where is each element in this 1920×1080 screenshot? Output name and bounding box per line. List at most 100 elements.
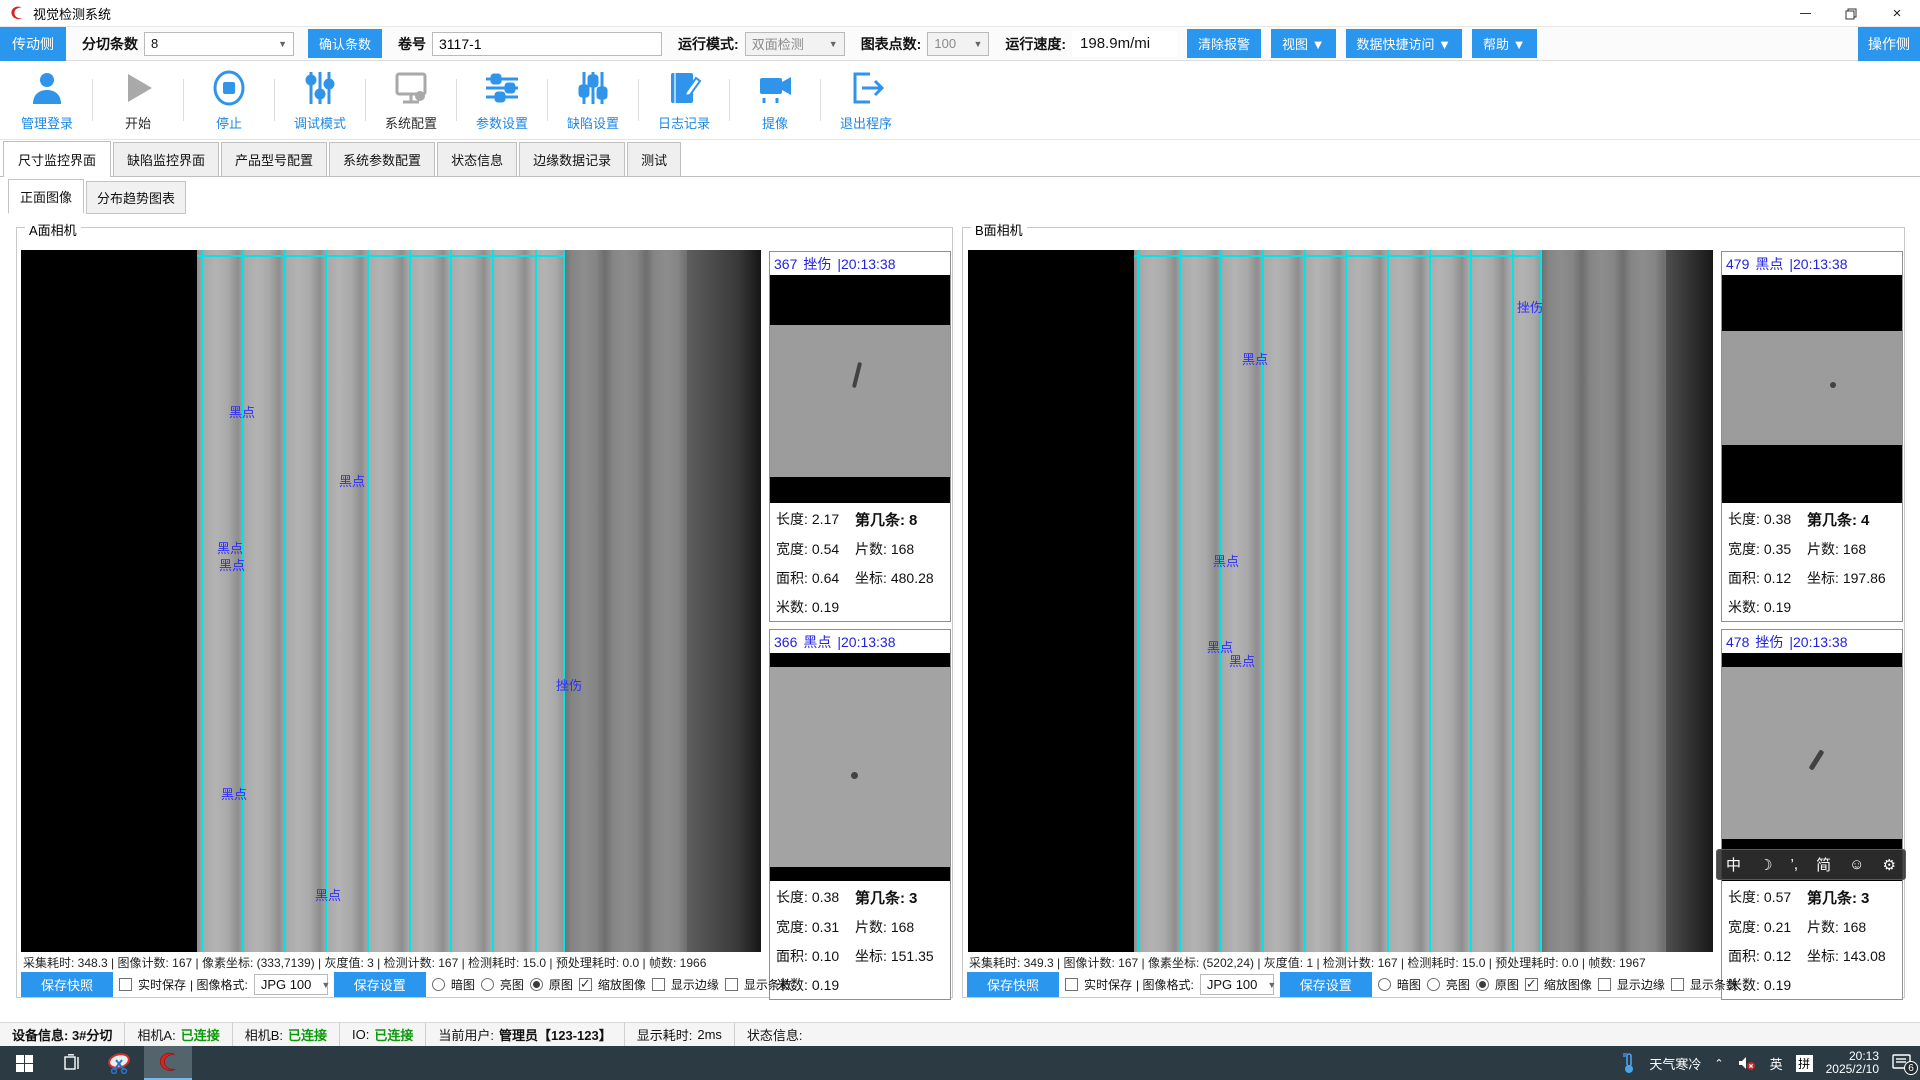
chart-points-label: 图表点数:	[861, 34, 922, 54]
ime-indicator[interactable]: 拼	[1796, 1055, 1813, 1072]
snipping-tool-button[interactable]	[96, 1046, 144, 1080]
bright-image-radio[interactable]	[481, 978, 494, 991]
tab-defect-monitor[interactable]: 缺陷监控界面	[113, 142, 219, 176]
start-button[interactable]: 开始	[95, 61, 181, 139]
tab-system-param-config[interactable]: 系统参数配置	[329, 142, 435, 176]
show-count-checkbox[interactable]	[1671, 978, 1684, 991]
defect-stats: 长度:0.38 第几条:4 宽度:0.35 片数:168 面积:0.12 坐标:…	[1722, 503, 1902, 621]
show-count-checkbox[interactable]	[725, 978, 738, 991]
zoom-image-checkbox[interactable]	[1525, 978, 1538, 991]
defect-thumbnail[interactable]	[1722, 653, 1902, 881]
help-menu-button[interactable]: 帮助 ▼	[1472, 29, 1536, 58]
drive-side-button[interactable]: 传动侧	[0, 27, 66, 61]
camera-b-group: B面相机 挫伤 黑点 黑点 黑点 黑点 479黑点|20:13:38 长度:0.…	[962, 227, 1905, 998]
defect-settings-button[interactable]: 缺陷设置	[550, 61, 636, 139]
tab-test[interactable]: 测试	[627, 142, 681, 176]
save-settings-button[interactable]: 保存设置	[1280, 972, 1372, 997]
debug-mode-button[interactable]: 调试模式	[277, 61, 363, 139]
tab-distribution-trend-chart[interactable]: 分布趋势图表	[86, 181, 186, 214]
punctuation-icon[interactable]: ’,	[1791, 856, 1799, 873]
image-format-select[interactable]: JPG 100▼	[1200, 974, 1274, 995]
save-snapshot-button[interactable]: 保存快照	[21, 972, 113, 997]
raw-image-radio[interactable]	[530, 978, 543, 991]
realtime-save-checkbox[interactable]	[1065, 978, 1078, 991]
minimize-button[interactable]	[1782, 0, 1828, 27]
data-quick-access-menu-button[interactable]: 数据快捷访问 ▼	[1346, 29, 1462, 58]
notification-center-button[interactable]: 6	[1892, 1054, 1914, 1072]
defect-thumbnail[interactable]	[1722, 275, 1902, 503]
camera-a-controls: 保存快照 实时保存 | 图像格式: JPG 100▼ 保存设置 暗图 亮图 原图…	[21, 972, 792, 997]
thermometer-icon[interactable]	[1622, 1052, 1636, 1074]
clear-alarm-button[interactable]: 清除报警	[1187, 29, 1261, 58]
taskbar-clock[interactable]: 20:13 2025/2/10	[1826, 1050, 1879, 1076]
chart-points-select[interactable]: 100▼	[927, 32, 989, 56]
ime-mode-chinese[interactable]: 中	[1726, 854, 1741, 875]
tab-status-info[interactable]: 状态信息	[437, 142, 517, 176]
task-view-button[interactable]	[48, 1046, 96, 1080]
io-status: IO:已连接	[340, 1023, 426, 1046]
show-edge-checkbox[interactable]	[1598, 978, 1611, 991]
raw-image-radio[interactable]	[1476, 978, 1489, 991]
defect-thumbnail[interactable]	[770, 275, 950, 503]
view-menu-button[interactable]: 视图 ▼	[1271, 29, 1335, 58]
operate-side-button[interactable]: 操作侧	[1858, 27, 1920, 61]
defect-entry[interactable]: 366黑点|20:13:38 长度:0.38 第几条:3 宽度:0.31 片数:…	[769, 629, 951, 1000]
emoji-icon[interactable]: ☺	[1849, 856, 1864, 873]
save-snapshot-button[interactable]: 保存快照	[967, 972, 1059, 997]
camera-b-image[interactable]: 挫伤 黑点 黑点 黑点 黑点	[968, 250, 1713, 952]
show-edge-checkbox[interactable]	[652, 978, 665, 991]
gear-icon[interactable]: ⚙	[1882, 856, 1895, 874]
exit-icon	[846, 68, 886, 108]
simplified-chinese-icon[interactable]: 简	[1816, 854, 1831, 875]
inspection-app-taskbar-button[interactable]	[144, 1046, 192, 1080]
display-time: 显示耗时:2ms	[625, 1023, 735, 1046]
system-config-button[interactable]: 系统配置	[368, 61, 454, 139]
tray-expand-chevron[interactable]: ⌃	[1714, 1057, 1723, 1070]
start-button[interactable]	[0, 1046, 48, 1080]
roll-number-input[interactable]	[432, 32, 662, 56]
camera-a-group: A面相机 黑点 黑点 黑点 黑点 挫伤 黑点 黑点 367挫伤|20:13:38…	[16, 227, 953, 998]
defect-stats: 长度:0.38 第几条:3 宽度:0.31 片数:168 面积:0.10 坐标:…	[770, 881, 950, 999]
app-logo-icon	[9, 5, 25, 21]
exit-program-button[interactable]: 退出程序	[823, 61, 909, 139]
confirm-count-button[interactable]: 确认条数	[308, 29, 382, 58]
windows-taskbar: 天气寒冷 ⌃ 英 拼 20:13 2025/2/10 6	[0, 1046, 1920, 1080]
weather-text[interactable]: 天气寒冷	[1649, 1054, 1701, 1073]
stop-button[interactable]: 停止	[186, 61, 272, 139]
camera-b-title: B面相机	[971, 220, 1027, 239]
defect-entry[interactable]: 479黑点|20:13:38 长度:0.38 第几条:4 宽度:0.35 片数:…	[1721, 251, 1903, 622]
defect-stats: 长度:2.17 第几条:8 宽度:0.54 片数:168 面积:0.64 坐标:…	[770, 503, 950, 621]
camera-b-controls: 保存快照 实时保存 | 图像格式: JPG 100▼ 保存设置 暗图 亮图 原图…	[967, 972, 1738, 997]
camera-a-image[interactable]: 黑点 黑点 黑点 黑点 挫伤 黑点 黑点	[21, 250, 761, 952]
strip-count-select[interactable]: 8▼	[144, 32, 294, 56]
dark-image-radio[interactable]	[1378, 978, 1391, 991]
dark-image-radio[interactable]	[432, 978, 445, 991]
image-format-select[interactable]: JPG 100▼	[254, 974, 328, 995]
parameter-settings-button[interactable]: 参数设置	[459, 61, 545, 139]
restore-button[interactable]	[1828, 0, 1874, 27]
log-record-button[interactable]: 日志记录	[641, 61, 727, 139]
volume-muted-icon[interactable]	[1737, 1055, 1757, 1071]
sub-tab-bar: 正面图像 分布趋势图表	[8, 184, 188, 214]
tab-product-model-config[interactable]: 产品型号配置	[221, 142, 327, 176]
capture-image-button[interactable]: 提像	[732, 61, 818, 139]
tab-size-monitor[interactable]: 尺寸监控界面	[3, 141, 111, 177]
chevron-down-icon: ▼	[819, 39, 838, 49]
run-mode-select[interactable]: 双面检测▼	[745, 32, 845, 56]
defect-entry[interactable]: 478挫伤|20:13:38 长度:0.57 第几条:3 宽度:0.21 片数:…	[1721, 629, 1903, 1000]
icon-toolbar: 管理登录 开始 停止 调试模式 系统配置 参数设置 缺陷设置 日志记录 提像 退…	[0, 61, 1920, 140]
admin-login-button[interactable]: 管理登录	[4, 61, 90, 139]
run-speed-label: 运行速度:	[1005, 34, 1066, 54]
zoom-image-checkbox[interactable]	[579, 978, 592, 991]
save-settings-button[interactable]: 保存设置	[334, 972, 426, 997]
language-indicator[interactable]: 英	[1770, 1054, 1783, 1073]
bright-image-radio[interactable]	[1427, 978, 1440, 991]
realtime-save-checkbox[interactable]	[119, 978, 132, 991]
defect-label: 黑点	[339, 471, 365, 490]
defect-thumbnail[interactable]	[770, 653, 950, 881]
moon-icon[interactable]: ☽	[1759, 856, 1772, 874]
tab-front-image[interactable]: 正面图像	[8, 179, 84, 214]
close-button[interactable]: ×	[1874, 0, 1920, 27]
tab-edge-data-record[interactable]: 边缘数据记录	[519, 142, 625, 176]
defect-entry[interactable]: 367挫伤|20:13:38 长度:2.17 第几条:8 宽度:0.54 片数:…	[769, 251, 951, 622]
